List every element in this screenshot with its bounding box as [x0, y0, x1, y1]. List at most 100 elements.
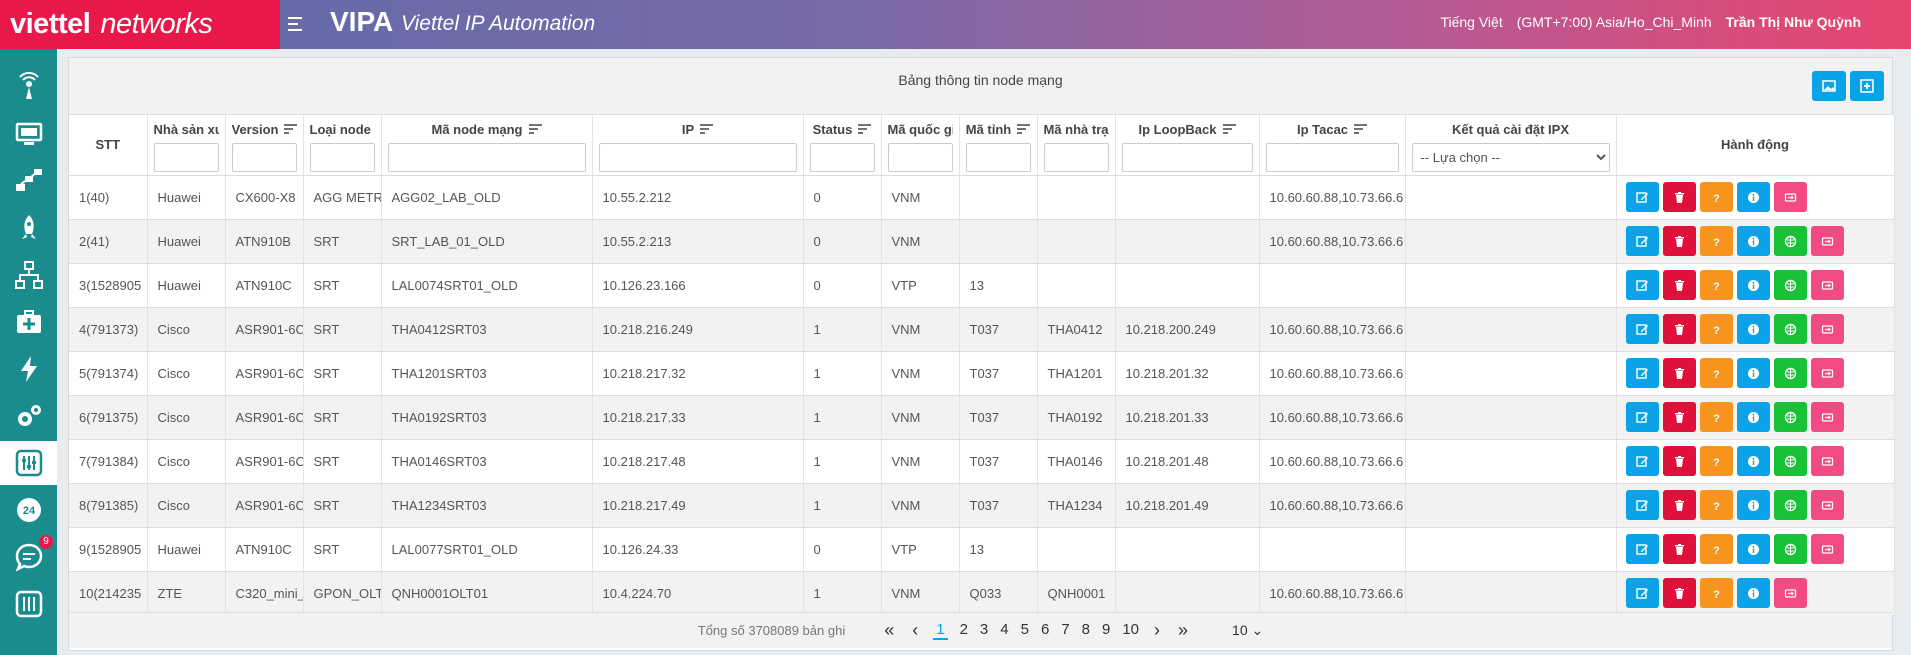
filter-ip-input[interactable] [598, 143, 797, 172]
network-button[interactable] [1773, 446, 1807, 476]
info-button[interactable] [1736, 226, 1770, 256]
info-button[interactable] [1736, 578, 1770, 608]
help-button[interactable]: ? [1699, 314, 1733, 344]
info-button[interactable] [1736, 182, 1770, 212]
help-button[interactable]: ? [1699, 226, 1733, 256]
info-button[interactable] [1736, 446, 1770, 476]
edit-button[interactable] [1625, 446, 1659, 476]
filter-node-type-input[interactable] [309, 143, 375, 172]
filter-tacac-input[interactable] [1265, 143, 1399, 172]
delete-button[interactable] [1662, 578, 1696, 608]
sidebar-item-support[interactable]: 24 [0, 488, 57, 532]
page-button[interactable]: 6 [1041, 621, 1049, 640]
page-button[interactable]: 2 [960, 621, 968, 640]
network-button[interactable] [1773, 358, 1807, 388]
sync-button[interactable] [1810, 270, 1844, 300]
edit-button[interactable] [1625, 358, 1659, 388]
sync-button[interactable] [1810, 314, 1844, 344]
next-page-icon[interactable]: › [1154, 620, 1160, 641]
col-node-code[interactable]: Mã node mạng [381, 115, 593, 176]
sidebar-item-topology[interactable] [0, 159, 57, 203]
filter-version-input[interactable] [231, 143, 297, 172]
col-status[interactable]: Status [803, 115, 882, 176]
sync-button[interactable] [1773, 182, 1807, 212]
col-country[interactable]: Mã quốc gia [881, 115, 960, 176]
sort-icon[interactable] [283, 124, 297, 134]
sidebar-item-chat[interactable]: 9 [0, 535, 57, 579]
col-ip[interactable]: IP [592, 115, 804, 176]
delete-button[interactable] [1662, 314, 1696, 344]
network-button[interactable] [1773, 226, 1807, 256]
page-button[interactable]: 9 [1102, 621, 1110, 640]
sync-button[interactable] [1810, 358, 1844, 388]
sync-button[interactable] [1810, 490, 1844, 520]
info-button[interactable] [1736, 490, 1770, 520]
sort-icon[interactable] [1017, 124, 1031, 134]
sort-icon[interactable] [700, 124, 714, 134]
info-button[interactable] [1736, 270, 1770, 300]
network-button[interactable] [1773, 402, 1807, 432]
delete-button[interactable] [1662, 270, 1696, 300]
menu-toggle-icon[interactable] [288, 12, 316, 36]
edit-button[interactable] [1625, 226, 1659, 256]
sync-button[interactable] [1810, 534, 1844, 564]
delete-button[interactable] [1662, 358, 1696, 388]
sidebar-item-deploy[interactable] [0, 206, 57, 250]
add-node-button[interactable] [1850, 71, 1884, 101]
help-button[interactable]: ? [1699, 578, 1733, 608]
col-station[interactable]: Mã nhà trạm [1037, 115, 1116, 176]
brand-logo[interactable]: viettel networks [0, 0, 280, 49]
edit-button[interactable] [1625, 578, 1659, 608]
page-button[interactable]: 10 [1122, 621, 1139, 640]
filter-province-input[interactable] [965, 143, 1031, 172]
info-button[interactable] [1736, 402, 1770, 432]
help-button[interactable]: ? [1699, 358, 1733, 388]
sidebar-item-medkit[interactable] [0, 300, 57, 344]
col-version[interactable]: Version [225, 115, 304, 176]
delete-button[interactable] [1662, 534, 1696, 564]
page-button[interactable]: 1 [933, 621, 948, 640]
network-button[interactable] [1773, 534, 1807, 564]
col-node-type[interactable]: Loại node mạng [303, 115, 382, 176]
sidebar-item-tuning[interactable] [0, 582, 57, 626]
network-button[interactable] [1773, 490, 1807, 520]
edit-button[interactable] [1625, 270, 1659, 300]
sidebar-item-monitor[interactable] [0, 112, 57, 156]
page-button[interactable]: 8 [1082, 621, 1090, 640]
sort-icon[interactable] [858, 124, 872, 134]
page-button[interactable]: 5 [1021, 621, 1029, 640]
help-button[interactable]: ? [1699, 446, 1733, 476]
col-vendor[interactable]: Nhà sản xuất [147, 115, 226, 176]
help-button[interactable]: ? [1699, 402, 1733, 432]
sidebar-item-hierarchy[interactable] [0, 253, 57, 297]
sidebar-item-power[interactable] [0, 347, 57, 391]
sidebar-item-broadcast[interactable] [0, 65, 57, 109]
timezone-selector[interactable]: (GMT+7:00) Asia/Ho_Chi_Minh [1517, 14, 1712, 30]
network-button[interactable] [1773, 270, 1807, 300]
sort-icon[interactable] [528, 124, 542, 134]
delete-button[interactable] [1662, 490, 1696, 520]
page-button[interactable]: 4 [1000, 621, 1008, 640]
network-button[interactable] [1773, 314, 1807, 344]
col-tacac[interactable]: Ip Tacac [1259, 115, 1406, 176]
edit-button[interactable] [1625, 182, 1659, 212]
edit-button[interactable] [1625, 490, 1659, 520]
sync-button[interactable] [1810, 226, 1844, 256]
sync-button[interactable] [1773, 578, 1807, 608]
export-image-button[interactable] [1812, 71, 1846, 101]
first-page-icon[interactable]: « [884, 620, 894, 641]
help-button[interactable]: ? [1699, 182, 1733, 212]
filter-ipx-select[interactable]: -- Lựa chọn -- [1411, 143, 1610, 172]
sidebar-item-settings[interactable] [0, 394, 57, 438]
edit-button[interactable] [1625, 402, 1659, 432]
sort-icon[interactable] [1222, 124, 1236, 134]
info-button[interactable] [1736, 358, 1770, 388]
filter-node-code-input[interactable] [387, 143, 586, 172]
edit-button[interactable] [1625, 534, 1659, 564]
page-button[interactable]: 3 [980, 621, 988, 640]
sidebar-item-config[interactable] [0, 441, 57, 485]
delete-button[interactable] [1662, 402, 1696, 432]
col-ipx-result[interactable]: Kết quả cài đặt IPX -- Lựa chọn -- [1405, 115, 1617, 176]
help-button[interactable]: ? [1699, 490, 1733, 520]
filter-status-input[interactable] [809, 143, 875, 172]
